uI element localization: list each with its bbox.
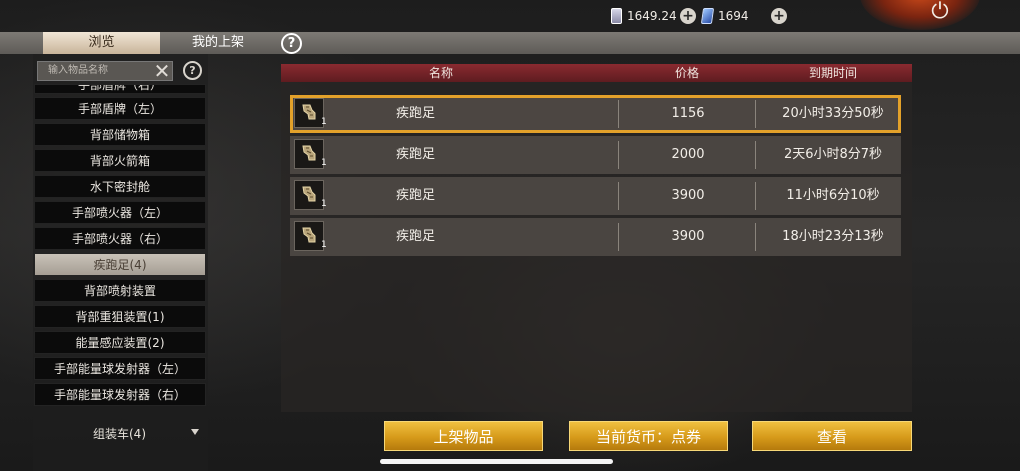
item-name: 疾跑足 (395, 229, 435, 244)
column-divider (618, 100, 619, 128)
item-qty: 1 (321, 240, 327, 250)
category-item[interactable]: 背部火箭箱 (34, 149, 206, 172)
item-icon: 1 (294, 180, 327, 210)
item-expires: 11小时6分10秒 (786, 188, 880, 203)
table-row[interactable]: 1 疾跑足 3900 18小时23分13秒 (290, 218, 901, 256)
item-name: 疾跑足 (395, 188, 435, 203)
currency-select-button[interactable]: 当前货币：点券 (569, 421, 728, 451)
header-price: 价格 (674, 66, 699, 80)
add-ticket-button[interactable]: + (680, 8, 696, 24)
category-item[interactable]: 手部喷火器（右） (34, 227, 206, 250)
item-qty: 1 (321, 158, 327, 168)
sprint-leg-icon (302, 145, 316, 161)
item-price: 3900 (671, 188, 705, 203)
tab-bar: 浏览 我的上架 (0, 32, 1020, 54)
category-item[interactable]: 背部喷射装置 (34, 279, 206, 302)
category-item[interactable]: 手部能量球发射器（右） (34, 383, 206, 406)
item-expires: 2天6小时8分7秒 (783, 147, 883, 162)
search-help-icon[interactable]: ? (183, 61, 202, 80)
item-qty: 1 (321, 117, 327, 127)
column-divider (755, 141, 756, 169)
column-divider (755, 100, 756, 128)
help-icon[interactable]: ? (281, 33, 302, 54)
item-expires: 18小时23分13秒 (782, 229, 884, 244)
column-divider (618, 141, 619, 169)
item-price: 3900 (671, 229, 705, 244)
tab-my-listings[interactable]: 我的上架 (172, 32, 264, 54)
item-icon: 1 (294, 139, 327, 169)
header-expires: 到期时间 (808, 66, 857, 80)
view-button[interactable]: 查看 (752, 421, 912, 451)
sprint-leg-icon (302, 104, 316, 120)
category-item-selected[interactable]: 疾跑足(4) (34, 253, 206, 276)
column-divider (755, 223, 756, 251)
category-item[interactable]: 手部喷火器（左） (34, 201, 206, 224)
column-divider (618, 182, 619, 210)
ticket-icon (611, 8, 622, 24)
category-list[interactable]: 手部盾牌（右） 手部盾牌（左） 背部储物箱 背部火箭箱 水下密封舱 手部喷火器（… (33, 84, 207, 411)
item-icon: 1 (294, 221, 327, 251)
table-row[interactable]: 1 疾跑足 1156 20小时33分50秒 (290, 95, 901, 133)
tab-browse[interactable]: 浏览 (43, 32, 160, 54)
category-item[interactable]: 水下密封舱 (34, 175, 206, 198)
category-item[interactable]: 手部盾牌（左） (34, 97, 206, 120)
home-indicator[interactable] (380, 459, 613, 464)
add-crystal-button[interactable]: + (771, 8, 787, 24)
category-item[interactable]: 手部能量球发射器（左） (34, 357, 206, 380)
ticket-currency: 1649.24 (611, 6, 677, 26)
column-divider (755, 182, 756, 210)
item-name: 疾跑足 (395, 106, 435, 121)
item-name: 疾跑足 (395, 147, 435, 162)
chevron-down-icon[interactable] (191, 429, 199, 435)
category-item[interactable]: 背部重狙装置(1) (34, 305, 206, 328)
item-price: 1156 (671, 106, 705, 121)
item-price: 2000 (671, 147, 705, 162)
category-item[interactable]: 能量感应装置(2) (34, 331, 206, 354)
ticket-amount: 1649.24 (627, 9, 677, 23)
cart-label: 组装车(4) (93, 427, 146, 441)
column-divider (618, 223, 619, 251)
power-icon[interactable]: ⏻ (926, 0, 954, 26)
assembly-cart[interactable]: 组装车(4) (33, 420, 208, 446)
sprint-leg-icon (302, 227, 316, 243)
crystal-currency: 1694 (700, 6, 749, 26)
table-header: 名称 价格 到期时间 (281, 64, 912, 82)
sprint-leg-icon (302, 186, 316, 202)
crystal-icon (700, 8, 715, 24)
crystal-amount: 1694 (718, 9, 749, 23)
item-expires: 20小时33分50秒 (782, 106, 884, 121)
table-row[interactable]: 1 疾跑足 3900 11小时6分10秒 (290, 177, 901, 215)
category-item[interactable]: 背部储物箱 (34, 123, 206, 146)
item-icon: 1 (294, 98, 327, 128)
category-item[interactable]: 手部盾牌（右） (34, 84, 206, 94)
clear-icon[interactable]: ✕ (152, 61, 172, 81)
item-qty: 1 (321, 199, 327, 209)
list-item-button[interactable]: 上架物品 (384, 421, 543, 451)
header-name: 名称 (428, 66, 453, 80)
table-row[interactable]: 1 疾跑足 2000 2天6小时8分7秒 (290, 136, 901, 174)
